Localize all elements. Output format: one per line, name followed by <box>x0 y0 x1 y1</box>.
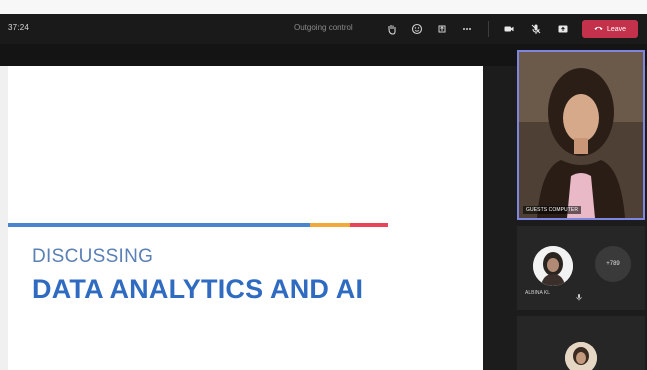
slide-kicker: DISCUSSING <box>32 246 154 267</box>
stage-left-edge <box>0 66 8 370</box>
slide-rule-blue <box>8 223 310 227</box>
meeting-status-text: Outgoing control <box>294 23 353 32</box>
presenter-video-feed <box>519 52 643 218</box>
reactions-icon[interactable] <box>408 20 426 38</box>
participant-tile-bottom <box>517 316 645 370</box>
participant-avatar-image <box>533 246 573 286</box>
toolbar-divider <box>488 21 489 37</box>
participant-avatar-bottom-image <box>565 342 597 370</box>
raise-hand-icon[interactable] <box>383 20 401 38</box>
slide-rule-red <box>350 223 388 227</box>
meeting-timer: 37:24 <box>8 23 30 32</box>
camera-icon[interactable] <box>500 20 518 38</box>
leave-button[interactable]: Leave <box>582 20 638 38</box>
hang-up-icon <box>594 25 603 33</box>
participant-mic-icon <box>575 288 583 301</box>
participant-name: ALBINA KL <box>525 290 551 296</box>
shared-slide: DISCUSSING DATA ANALYTICS AND AI <box>8 66 483 370</box>
presenter-video-tile[interactable]: GUESTS COMPUTER <box>517 50 645 220</box>
meeting-toolbar: 37:24 Outgoing control Leave <box>0 14 647 44</box>
window-top-strip <box>0 0 647 14</box>
slide-title: DATA ANALYTICS AND AI <box>32 274 364 304</box>
participant-tile: ALBINA KL +789 <box>517 226 645 310</box>
meeting-window: 37:24 Outgoing control Leave DISCUSSING … <box>0 0 647 370</box>
presenter-name-label: GUESTS COMPUTER <box>523 206 582 214</box>
participant-avatar-bottom[interactable] <box>565 342 597 370</box>
more-icon[interactable] <box>458 20 476 38</box>
participant-avatar[interactable] <box>533 246 573 286</box>
leave-label: Leave <box>606 25 627 33</box>
more-participants-badge[interactable]: +789 <box>595 246 631 282</box>
share-tray-icon[interactable] <box>554 20 572 38</box>
slide-rule-orange <box>310 223 350 227</box>
mic-icon[interactable] <box>527 20 545 38</box>
share-icon[interactable] <box>433 20 451 38</box>
